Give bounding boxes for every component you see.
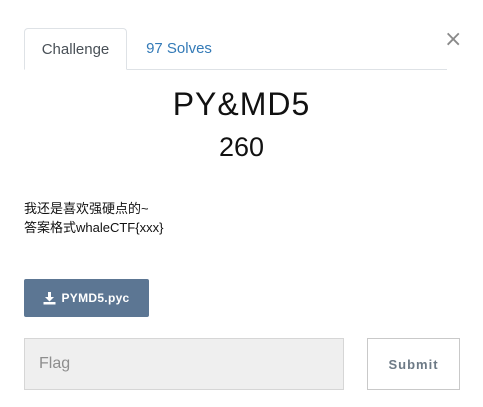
flag-input[interactable]: [24, 338, 344, 390]
tab-bar: Challenge 97 Solves: [24, 28, 447, 70]
challenge-description: 我还是喜欢强硬点的~ 答案格式whaleCTF{xxx}: [24, 199, 163, 237]
submit-button[interactable]: Submit: [367, 338, 460, 390]
challenge-points: 260: [218, 132, 265, 162]
file-name: PYMD5.pyc: [61, 291, 130, 305]
download-icon: [43, 291, 56, 304]
description-line: 答案格式whaleCTF{xxx}: [24, 220, 164, 235]
tab-challenge[interactable]: Challenge: [24, 28, 127, 70]
challenge-name: PY&MD5: [172, 86, 311, 122]
tab-solves[interactable]: 97 Solves: [134, 28, 224, 69]
description-line: 我还是喜欢强硬点的~: [24, 201, 149, 216]
challenge-modal: × Challenge 97 Solves PY&MD5 260 我还是喜欢强硬…: [0, 0, 483, 407]
file-download-button[interactable]: PYMD5.pyc: [24, 279, 149, 317]
